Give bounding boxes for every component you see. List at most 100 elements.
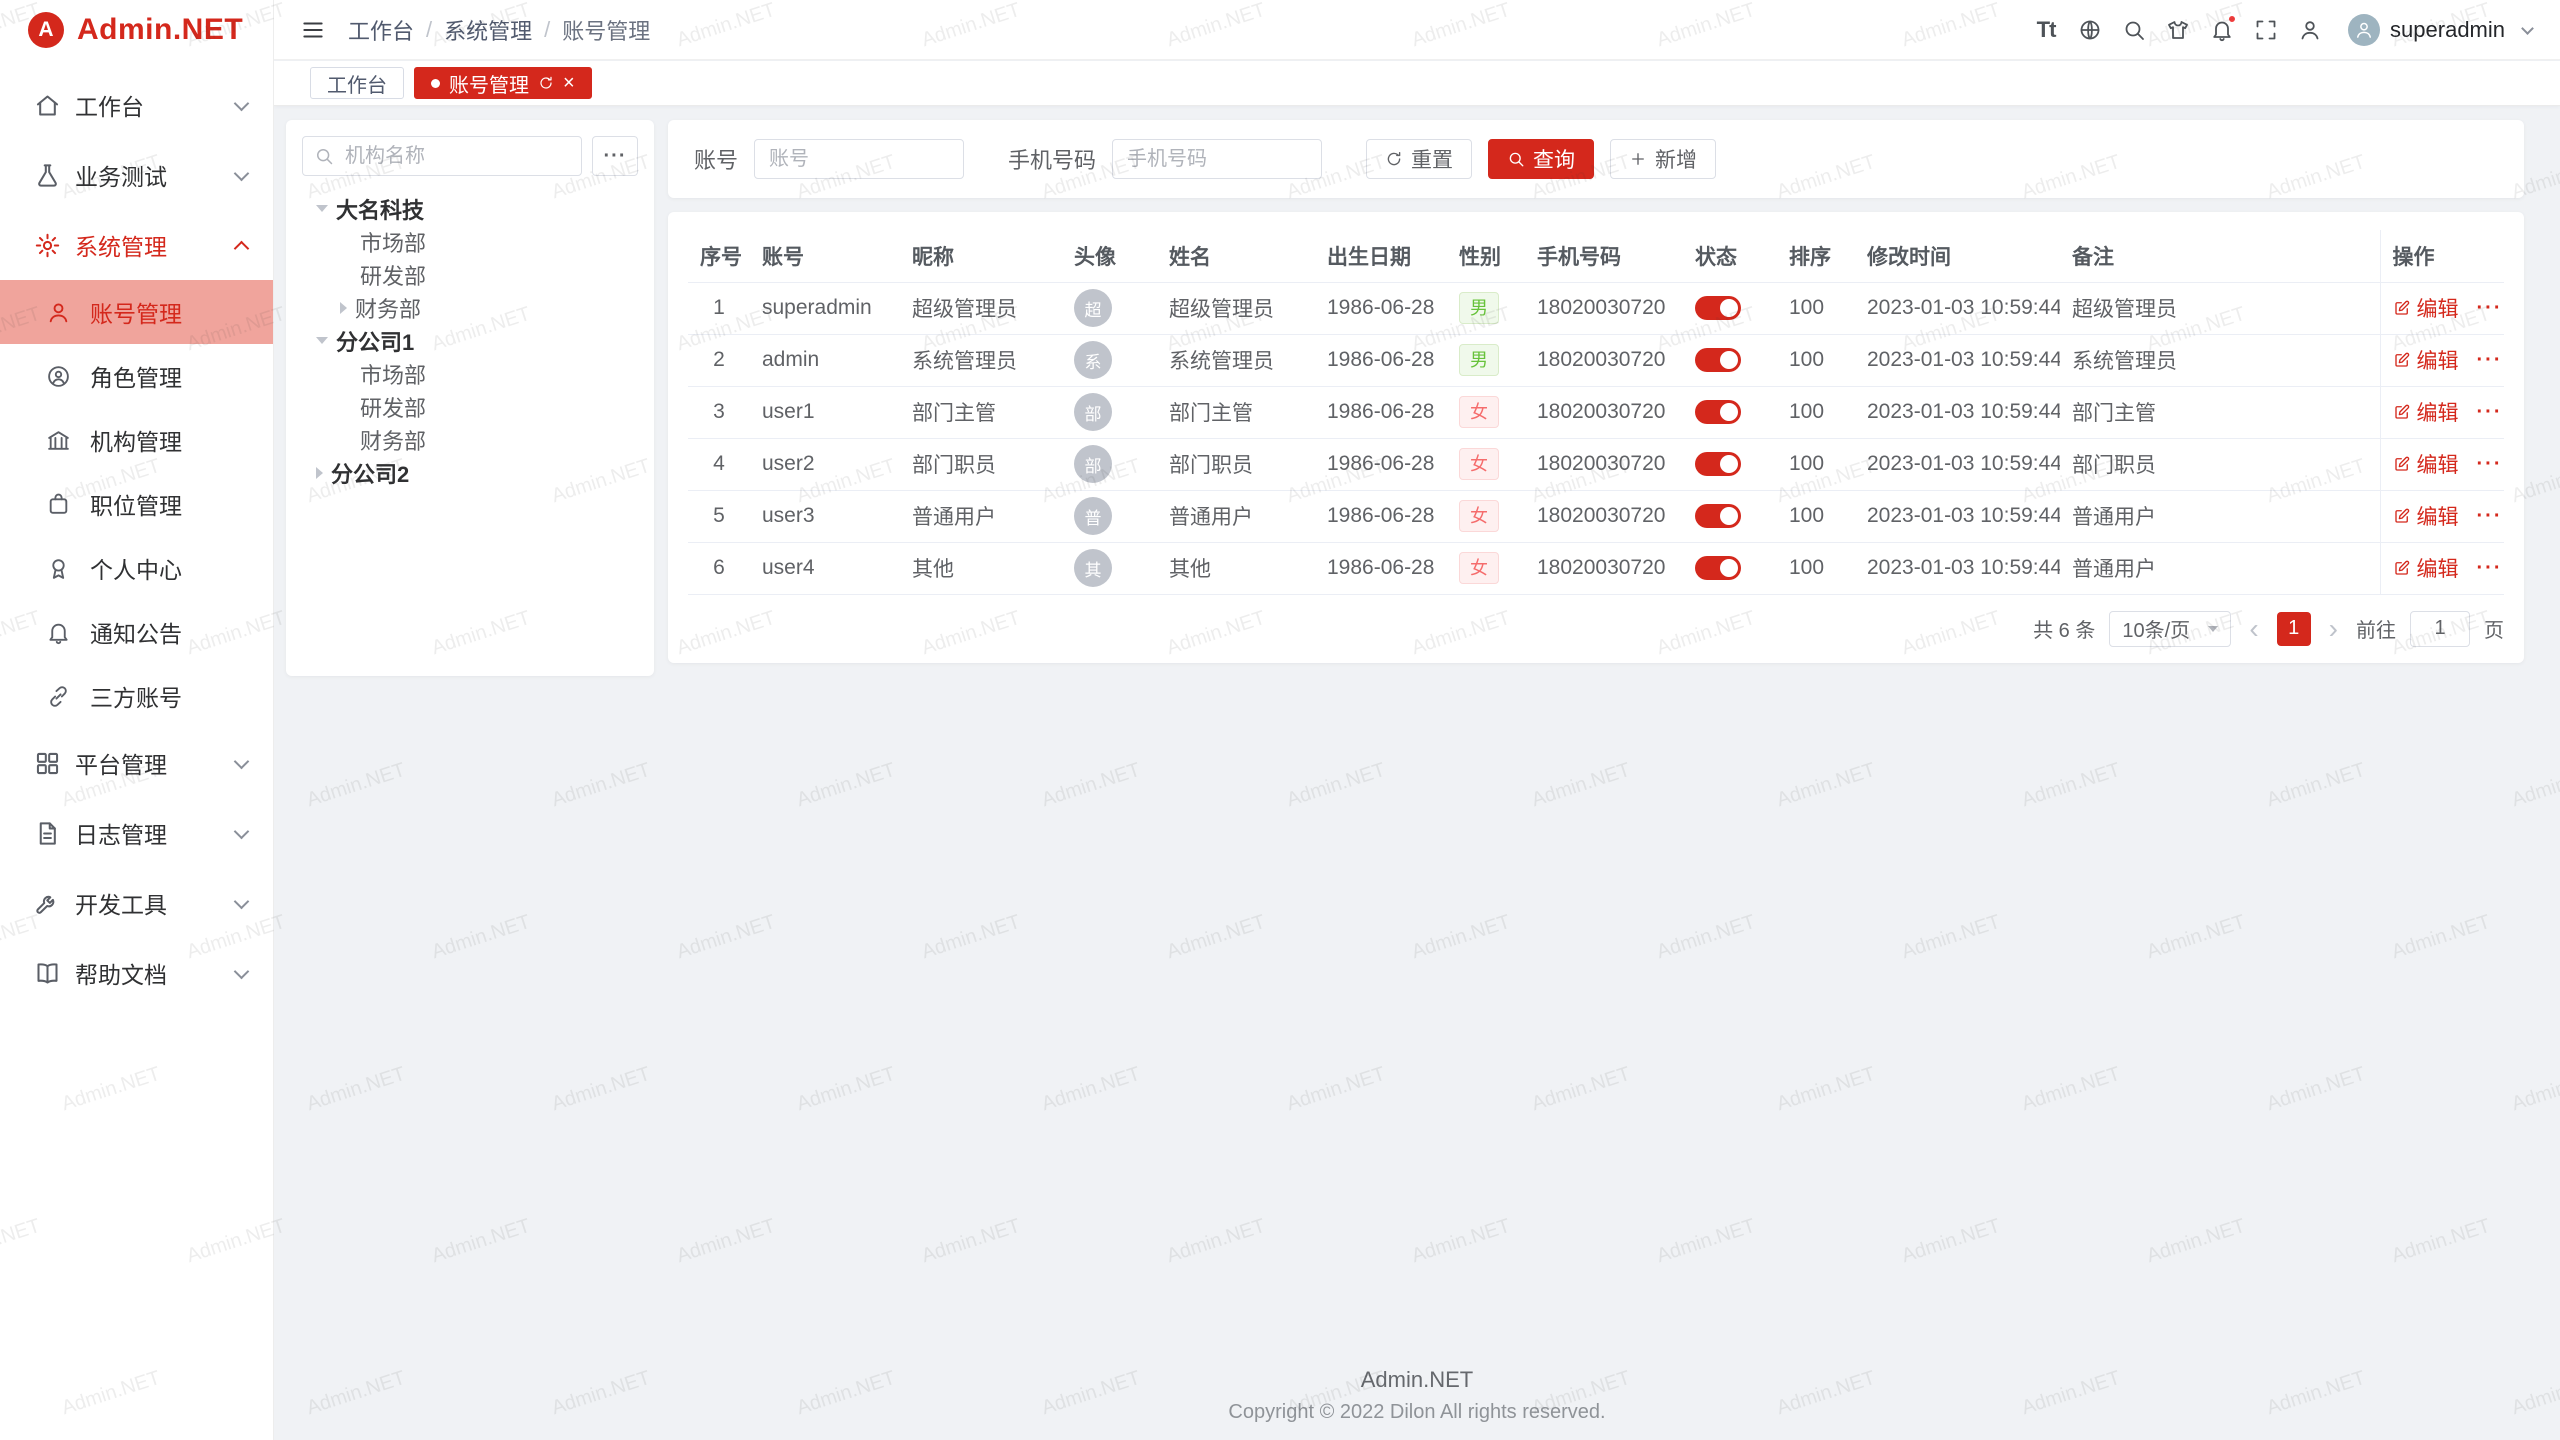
cell-gender: 男 bbox=[1447, 282, 1525, 334]
more-button[interactable]: ··· bbox=[2477, 401, 2503, 424]
tree-node[interactable]: 财务部 bbox=[302, 291, 638, 324]
submenu-item[interactable]: 角色管理 bbox=[0, 344, 273, 408]
phone-label: 手机号码 bbox=[1008, 143, 1096, 175]
profile-icon[interactable] bbox=[2288, 18, 2332, 42]
more-button[interactable]: ··· bbox=[2477, 505, 2503, 528]
search-icon[interactable] bbox=[2112, 18, 2156, 42]
goto-page-input[interactable] bbox=[2410, 611, 2470, 647]
edit-button[interactable]: 编辑 bbox=[2393, 293, 2459, 323]
status-toggle[interactable] bbox=[1695, 556, 1741, 580]
tree-node-label: 研发部 bbox=[360, 391, 426, 423]
submenu-item[interactable]: 机构管理 bbox=[0, 408, 273, 472]
submenu-item[interactable]: 通知公告 bbox=[0, 600, 273, 664]
account-input[interactable] bbox=[754, 139, 964, 179]
tree-node[interactable]: 大名科技 bbox=[302, 192, 638, 225]
cell-gender: 女 bbox=[1447, 438, 1525, 490]
submenu-item[interactable]: 账号管理 bbox=[0, 280, 273, 344]
more-button[interactable]: ··· bbox=[2477, 453, 2503, 476]
sidebar-item-label: 系统管理 bbox=[75, 228, 167, 262]
search-button[interactable]: 查询 bbox=[1488, 139, 1594, 179]
edit-button[interactable]: 编辑 bbox=[2393, 553, 2459, 583]
phone-input[interactable] bbox=[1112, 139, 1322, 179]
sidebar-item[interactable]: 平台管理 bbox=[0, 728, 273, 798]
avatar: 系 bbox=[1074, 341, 1112, 379]
tab[interactable]: 账号管理× bbox=[414, 67, 592, 99]
edit-button[interactable]: 编辑 bbox=[2393, 501, 2459, 531]
tree-node[interactable]: 分公司1 bbox=[302, 324, 638, 357]
breadcrumb-separator: / bbox=[544, 17, 550, 43]
sidebar-item[interactable]: 系统管理 bbox=[0, 210, 273, 280]
submenu-item[interactable]: 个人中心 bbox=[0, 536, 273, 600]
status-toggle[interactable] bbox=[1695, 504, 1741, 528]
sidebar-item[interactable]: 帮助文档 bbox=[0, 938, 273, 1008]
accounts-table: 序号账号昵称头像姓名出生日期性别手机号码状态排序修改时间备注操作 1supera… bbox=[688, 230, 2504, 595]
submenu-item[interactable]: 三方账号 bbox=[0, 664, 273, 728]
tree-node-label: 财务部 bbox=[355, 292, 421, 324]
more-button[interactable]: ··· bbox=[2477, 349, 2503, 372]
theme-icon[interactable] bbox=[2156, 18, 2200, 42]
tree-node[interactable]: 财务部 bbox=[302, 423, 638, 456]
cell-actions: 编辑 ··· bbox=[2380, 490, 2504, 542]
tree-node[interactable]: 研发部 bbox=[302, 390, 638, 423]
breadcrumb-item[interactable]: 系统管理 bbox=[444, 14, 532, 46]
sidebar-item[interactable]: 工作台 bbox=[0, 70, 273, 140]
cell-phone: 18020030720 bbox=[1525, 542, 1683, 594]
edit-button[interactable]: 编辑 bbox=[2393, 397, 2459, 427]
cell-nickname: 部门职员 bbox=[900, 438, 1062, 490]
sidebar-item[interactable]: 开发工具 bbox=[0, 868, 273, 938]
user-menu[interactable]: superadmin bbox=[2348, 14, 2532, 46]
more-button[interactable]: ··· bbox=[2477, 297, 2503, 320]
column-header: 账号 bbox=[750, 230, 900, 282]
org-search-input[interactable] bbox=[302, 136, 582, 176]
tab[interactable]: 工作台 bbox=[310, 67, 404, 99]
locale-icon[interactable] bbox=[2068, 18, 2112, 42]
tab-bar: 工作台账号管理× bbox=[274, 61, 2560, 106]
tree-caret-icon[interactable] bbox=[316, 467, 323, 479]
prev-page-button[interactable]: ‹ bbox=[2245, 615, 2262, 643]
breadcrumb-item[interactable]: 工作台 bbox=[348, 14, 414, 46]
cell-nickname: 普通用户 bbox=[900, 490, 1062, 542]
cell-sort: 100 bbox=[1777, 334, 1855, 386]
submenu-item-label: 账号管理 bbox=[90, 295, 182, 329]
tree-caret-icon[interactable] bbox=[316, 205, 328, 212]
sidebar-item[interactable]: 业务测试 bbox=[0, 140, 273, 210]
tree-caret-icon[interactable] bbox=[316, 337, 328, 344]
tree-node[interactable]: 市场部 bbox=[302, 225, 638, 258]
cell-birth: 1986-06-28 bbox=[1315, 438, 1447, 490]
reset-button[interactable]: 重置 bbox=[1366, 139, 1472, 179]
more-button[interactable]: ··· bbox=[2477, 557, 2503, 580]
tree-caret-icon[interactable] bbox=[340, 302, 347, 314]
link-icon bbox=[46, 684, 71, 709]
tree-node[interactable]: 市场部 bbox=[302, 357, 638, 390]
cell-sort: 100 bbox=[1777, 490, 1855, 542]
app-logo[interactable]: A Admin.NET bbox=[0, 0, 273, 60]
cell-birth: 1986-06-28 bbox=[1315, 490, 1447, 542]
cell-birth: 1986-06-28 bbox=[1315, 334, 1447, 386]
org-more-button[interactable]: ··· bbox=[592, 136, 638, 176]
tab-close-icon[interactable]: × bbox=[563, 73, 575, 93]
edit-button[interactable]: 编辑 bbox=[2393, 449, 2459, 479]
fullscreen-icon[interactable] bbox=[2244, 18, 2288, 42]
next-page-button[interactable]: › bbox=[2325, 615, 2342, 643]
cell-birth: 1986-06-28 bbox=[1315, 542, 1447, 594]
status-toggle[interactable] bbox=[1695, 400, 1741, 424]
sidebar-item[interactable]: 日志管理 bbox=[0, 798, 273, 868]
status-toggle[interactable] bbox=[1695, 296, 1741, 320]
search-icon bbox=[2122, 18, 2146, 42]
cell-name: 系统管理员 bbox=[1157, 334, 1315, 386]
page-size-select[interactable]: 10条/页 bbox=[2109, 611, 2231, 647]
current-page[interactable]: 1 bbox=[2277, 612, 2311, 646]
submenu-item[interactable]: 职位管理 bbox=[0, 472, 273, 536]
font-size-icon[interactable]: Tt bbox=[2024, 17, 2068, 43]
add-button[interactable]: 新增 bbox=[1610, 139, 1716, 179]
cell-status bbox=[1683, 490, 1777, 542]
tree-node[interactable]: 研发部 bbox=[302, 258, 638, 291]
tree-node[interactable]: 分公司2 bbox=[302, 456, 638, 489]
status-toggle[interactable] bbox=[1695, 348, 1741, 372]
cell-status bbox=[1683, 386, 1777, 438]
collapse-menu-button[interactable] bbox=[300, 17, 326, 43]
notification-icon[interactable] bbox=[2200, 18, 2244, 42]
edit-button[interactable]: 编辑 bbox=[2393, 345, 2459, 375]
avatar: 其 bbox=[1074, 549, 1112, 587]
status-toggle[interactable] bbox=[1695, 452, 1741, 476]
